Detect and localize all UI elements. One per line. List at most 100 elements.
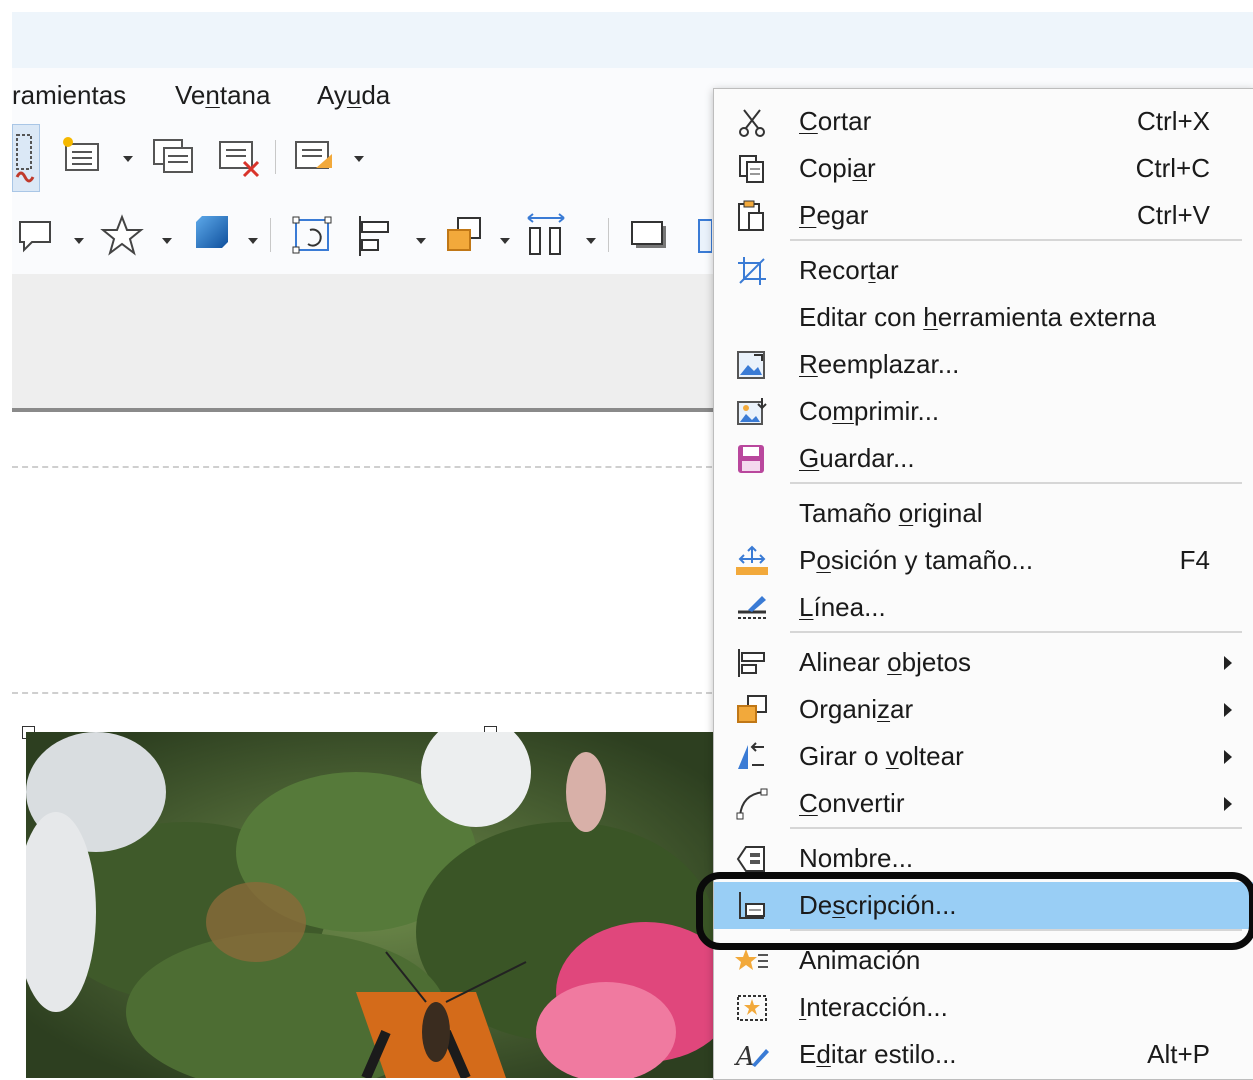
menu-ventana[interactable]: Ventana bbox=[175, 80, 270, 111]
accelerator-key: L bbox=[799, 592, 814, 622]
accelerator-key: C bbox=[799, 788, 818, 818]
menu-item-label: Recortar bbox=[799, 255, 899, 286]
label-part: ar bbox=[875, 255, 899, 285]
transformations-icon[interactable] bbox=[290, 214, 338, 258]
menu-item-label: Interacción... bbox=[799, 992, 948, 1023]
shadow-icon[interactable] bbox=[628, 216, 672, 256]
menu-item-cortar[interactable]: Cortar Ctrl+X bbox=[714, 98, 1253, 145]
menu-item-label: Comprimir... bbox=[799, 396, 939, 427]
cut-icon bbox=[734, 106, 770, 138]
label-part: r bbox=[866, 153, 876, 183]
menu-item-editar-estilo[interactable]: A Editar estilo... Alt+P bbox=[714, 1031, 1253, 1078]
menu-separator bbox=[790, 239, 1242, 241]
active-toolbar-button[interactable] bbox=[12, 124, 40, 192]
convert-icon bbox=[734, 788, 770, 820]
menu-item-recortar[interactable]: Recortar bbox=[714, 247, 1253, 294]
menu-item-alinear-objetos[interactable]: Alinear objetos bbox=[714, 639, 1253, 686]
duplicate-slide-icon[interactable] bbox=[150, 136, 198, 176]
menu-item-label: Convertir bbox=[799, 788, 904, 819]
image-icon[interactable] bbox=[698, 218, 713, 254]
accelerator-key: C bbox=[799, 106, 818, 136]
shortcut-label: Ctrl+X bbox=[1137, 106, 1210, 136]
menu-item-copiar[interactable]: Copiar Ctrl+C bbox=[714, 145, 1253, 192]
paste-icon bbox=[734, 200, 770, 232]
chevron-down-icon[interactable] bbox=[162, 238, 172, 244]
accelerator-key: R bbox=[799, 349, 818, 379]
menu-item-label: Alinear objetos bbox=[799, 647, 971, 678]
label-part: Tamaño bbox=[799, 498, 899, 528]
toolbar-separator bbox=[275, 140, 276, 174]
callout-icon[interactable] bbox=[16, 216, 56, 256]
menu-item-guardar[interactable]: Guardar... bbox=[714, 435, 1253, 482]
label-part: oltear bbox=[898, 741, 964, 771]
crop-icon bbox=[734, 255, 770, 287]
save-icon bbox=[734, 443, 770, 475]
cube-3d-icon[interactable] bbox=[188, 214, 232, 256]
label-part: Organi bbox=[799, 694, 878, 724]
accelerator-key: o bbox=[898, 498, 914, 528]
label-part: P bbox=[799, 545, 817, 575]
menu-item-label: Pegar bbox=[799, 200, 868, 231]
menu-item-comprimir[interactable]: Comprimir... bbox=[714, 388, 1253, 435]
menu-separator bbox=[790, 631, 1242, 633]
menu-herramientas[interactable]: ramientas bbox=[12, 80, 126, 111]
label-part: eemplazar... bbox=[817, 349, 960, 379]
chevron-down-icon[interactable] bbox=[74, 238, 84, 244]
menu-item-label: Tamaño original bbox=[799, 498, 983, 529]
menu-item-reemplazar[interactable]: Reemplazar... bbox=[714, 341, 1253, 388]
arrange-icon[interactable] bbox=[442, 214, 486, 258]
label-part: onvertir bbox=[817, 788, 905, 818]
guide-line bbox=[12, 692, 712, 694]
accelerator-key: a bbox=[852, 153, 867, 183]
butterfly-photo[interactable] bbox=[26, 732, 726, 1078]
chevron-down-icon[interactable] bbox=[500, 238, 510, 244]
shortcut-label: Ctrl+V bbox=[1137, 200, 1210, 230]
chevron-down-icon[interactable] bbox=[123, 156, 133, 162]
accelerator-key: P bbox=[799, 200, 817, 230]
label-part: riginal bbox=[913, 498, 983, 528]
menu-ventana-accel: n bbox=[205, 80, 220, 110]
menu-item-pegar[interactable]: Pegar Ctrl+V bbox=[714, 192, 1253, 239]
menu-item-línea[interactable]: Línea... bbox=[714, 584, 1253, 631]
position-size-icon bbox=[734, 545, 770, 577]
accelerator-key: h bbox=[923, 302, 938, 332]
accelerator-key: t bbox=[868, 255, 876, 285]
delete-slide-icon[interactable] bbox=[216, 136, 264, 178]
align-left-icon[interactable] bbox=[354, 214, 398, 258]
new-sheet-icon[interactable] bbox=[60, 136, 104, 176]
window-title-bar bbox=[12, 12, 1253, 68]
highlight-outline bbox=[696, 872, 1253, 950]
menu-separator bbox=[790, 827, 1242, 829]
name-icon bbox=[734, 843, 770, 875]
label-part: ínea... bbox=[813, 592, 886, 622]
slide-layout-icon[interactable] bbox=[292, 136, 340, 176]
rotate-flip-icon bbox=[734, 741, 770, 773]
label-part: nteracción... bbox=[806, 992, 948, 1022]
distribute-icon[interactable] bbox=[524, 210, 568, 258]
menu-item-label: Reemplazar... bbox=[799, 349, 959, 380]
menu-item-convertir[interactable]: Convertir bbox=[714, 780, 1253, 827]
chevron-down-icon[interactable] bbox=[354, 156, 364, 162]
svg-text:A: A bbox=[734, 1042, 755, 1071]
menu-item-posición-y-tamaño[interactable]: Posición y tamaño... F4 bbox=[714, 537, 1253, 584]
chevron-down-icon[interactable] bbox=[586, 238, 596, 244]
menu-item-editar-con-herramienta-externa[interactable]: Editar con herramienta externa bbox=[714, 294, 1253, 341]
menu-ayuda[interactable]: Ayuda bbox=[317, 80, 390, 111]
submenu-arrow-icon bbox=[1224, 797, 1232, 811]
line-icon bbox=[734, 592, 770, 624]
menu-ayuda-label: Ay bbox=[317, 80, 347, 110]
edit-style-icon: A bbox=[734, 1039, 770, 1072]
toolbar-separator bbox=[270, 218, 271, 252]
chevron-down-icon[interactable] bbox=[416, 238, 426, 244]
menu-item-girar-o-voltear[interactable]: Girar o voltear bbox=[714, 733, 1253, 780]
label-part: Girar o bbox=[799, 741, 886, 771]
chevron-down-icon[interactable] bbox=[248, 238, 258, 244]
star-icon[interactable] bbox=[100, 214, 144, 256]
menu-ventana-label: Ve bbox=[175, 80, 206, 110]
menu-item-label: Cortar bbox=[799, 106, 871, 137]
label-part: egar bbox=[816, 200, 869, 230]
menu-item-tamaño-original[interactable]: Tamaño original bbox=[714, 490, 1253, 537]
menu-item-interacción[interactable]: Interacción... bbox=[714, 984, 1253, 1031]
menu-item-label: Copiar bbox=[799, 153, 876, 184]
menu-item-organizar[interactable]: Organizar bbox=[714, 686, 1253, 733]
